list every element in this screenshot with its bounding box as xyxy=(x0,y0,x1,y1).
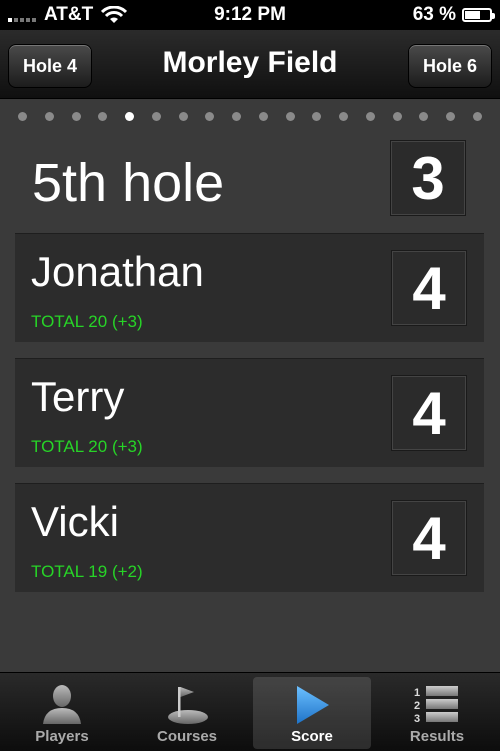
page-dot[interactable] xyxy=(472,111,482,121)
page-dot[interactable] xyxy=(232,111,241,121)
tab-players[interactable]: Players xyxy=(3,677,121,749)
tab-label: Results xyxy=(409,728,465,745)
player-name: Vicki xyxy=(31,498,119,545)
battery-percent: 63 % xyxy=(412,4,456,25)
status-right: 63 % xyxy=(412,4,495,26)
player-name: Jonathan xyxy=(31,248,204,295)
hole-title: 5th hole xyxy=(32,153,225,213)
player-row-jonathan[interactable]: Jonathan TOTAL 20 (+3) 4 xyxy=(15,233,484,342)
battery-fill xyxy=(465,11,481,19)
svg-text:2: 2 xyxy=(414,700,420,712)
page-dot[interactable] xyxy=(205,111,215,121)
page-dot[interactable] xyxy=(178,111,188,121)
ranked-list-icon: 1 2 3 xyxy=(414,686,458,724)
page-dot[interactable] xyxy=(285,111,295,121)
svg-text:1: 1 xyxy=(414,687,420,699)
page-dot[interactable] xyxy=(312,111,322,121)
player-name: Terry xyxy=(31,373,125,420)
page-dot-active[interactable] xyxy=(125,111,134,121)
tab-courses[interactable]: Courses xyxy=(128,677,246,749)
page-dot[interactable] xyxy=(71,111,81,121)
player-total: TOTAL 20 (+3) xyxy=(31,437,143,456)
tab-bar: Players Courses Score 1 2 3 Results xyxy=(0,672,500,751)
page-dot[interactable] xyxy=(98,111,108,121)
tab-results[interactable]: 1 2 3 Results xyxy=(378,677,496,749)
svg-text:3: 3 xyxy=(414,713,420,724)
page-dot[interactable] xyxy=(151,111,161,121)
tab-score[interactable]: Score xyxy=(253,677,371,749)
page-dot[interactable] xyxy=(44,111,54,121)
next-hole-button[interactable]: Hole 6 xyxy=(407,44,492,88)
previous-hole-button[interactable]: Hole 4 xyxy=(8,44,93,88)
person-icon xyxy=(43,685,81,724)
player-row-terry[interactable]: Terry TOTAL 20 (+3) 4 xyxy=(15,358,484,467)
tab-label: Score xyxy=(291,728,333,745)
player-score-box[interactable]: 4 xyxy=(391,500,467,576)
player-score-box[interactable]: 4 xyxy=(391,375,467,451)
page-dot[interactable] xyxy=(365,111,375,121)
page-indicator[interactable] xyxy=(18,110,482,122)
player-total: TOTAL 19 (+2) xyxy=(31,562,143,581)
play-icon xyxy=(297,686,329,724)
page-dot[interactable] xyxy=(419,111,429,121)
page-dot[interactable] xyxy=(339,111,348,121)
page-dot[interactable] xyxy=(446,111,455,121)
tab-label: Courses xyxy=(156,728,218,745)
par-box: 3 xyxy=(390,140,466,216)
player-row-vicki[interactable]: Vicki TOTAL 19 (+2) 4 xyxy=(15,483,484,592)
tab-label: Players xyxy=(35,728,89,745)
battery-icon xyxy=(462,8,495,22)
player-total: TOTAL 20 (+3) xyxy=(31,312,143,331)
player-score-box[interactable]: 4 xyxy=(391,250,467,326)
status-bar: AT&T 9:12 PM 63 % xyxy=(0,0,500,30)
navigation-bar: Hole 4 Morley Field Hole 6 xyxy=(0,30,500,99)
page-dot[interactable] xyxy=(18,111,27,121)
page-dot[interactable] xyxy=(392,111,402,121)
page-dot[interactable] xyxy=(258,111,268,121)
golf-flag-icon xyxy=(168,687,208,724)
